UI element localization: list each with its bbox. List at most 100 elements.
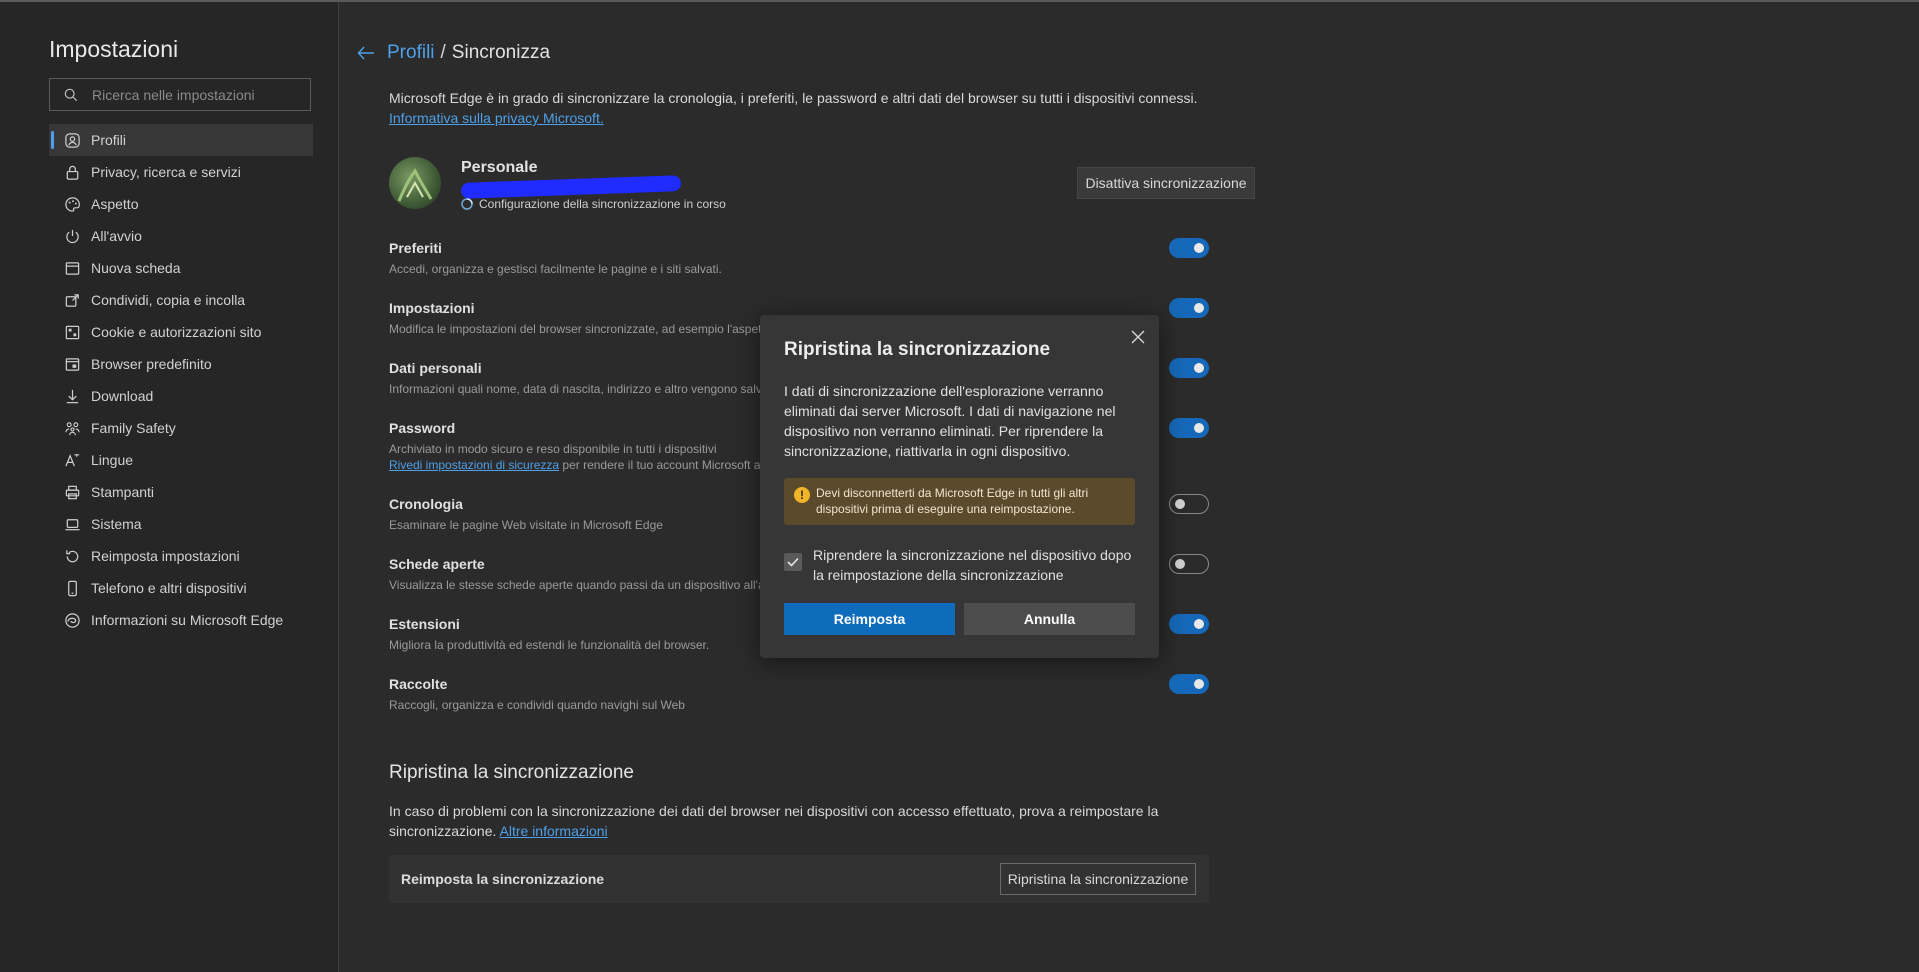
profile-card: Personale Configurazione della sincroniz… (389, 157, 1255, 211)
breadcrumb: Profili / Sincronizza (357, 42, 550, 64)
sync-intro-text: Microsoft Edge è in grado di sincronizza… (389, 90, 1198, 106)
toggle-dati-personali[interactable] (1169, 358, 1209, 378)
sidebar-item-label: Informazioni su Microsoft Edge (91, 612, 284, 628)
close-icon[interactable] (1128, 327, 1148, 347)
resume-sync-checkbox[interactable] (784, 553, 802, 571)
security-settings-link[interactable]: Rivedi impostazioni di sicurezza (389, 458, 559, 472)
cancel-button[interactable]: Annulla (964, 603, 1135, 635)
sync-item-desc: Archiviato in modo sicuro e reso disponi… (389, 442, 717, 456)
settings-search-box[interactable] (49, 78, 311, 111)
toggle-cronologia[interactable] (1169, 494, 1209, 514)
browser-icon (63, 355, 81, 373)
disable-sync-button[interactable]: Disattiva sincronizzazione (1077, 167, 1255, 199)
profile-email-redacted (460, 175, 682, 199)
edge-icon (63, 611, 81, 629)
sidebar-item-label: Profili (91, 132, 127, 148)
sidebar-item-label: Privacy, ricerca e servizi (91, 164, 241, 180)
reset-sync-dialog: Ripristina la sincronizzazione I dati di… (760, 315, 1159, 658)
more-info-link[interactable]: Altre informazioni (500, 823, 608, 839)
sidebar-item-profili[interactable]: Profili (49, 124, 313, 156)
phone-icon (63, 579, 81, 597)
sidebar-item-label: Stampanti (91, 484, 155, 500)
sync-item-title: Password (389, 420, 456, 436)
sidebar-item-informazioni[interactable]: Informazioni su Microsoft Edge (49, 604, 313, 636)
laptop-icon (63, 515, 81, 533)
toggle-raccolte[interactable] (1169, 674, 1209, 694)
sync-item-title: Preferiti (389, 240, 442, 256)
sidebar-item-label: Sistema (91, 516, 142, 532)
avatar (389, 157, 441, 209)
sidebar-item-label: Condividi, copia e incolla (91, 292, 246, 308)
sidebar-item-label: Browser predefinito (91, 356, 212, 372)
sidebar-item-label: Download (91, 388, 154, 404)
sync-item-desc: Modifica le impostazioni del browser sin… (389, 322, 762, 336)
reset-sync-box: Reimposta la sincronizzazione Ripristina… (389, 855, 1209, 903)
back-arrow-icon[interactable] (357, 46, 375, 60)
sidebar-item-sistema[interactable]: Sistema (49, 508, 313, 540)
lock-icon (63, 163, 81, 181)
profile-icon (63, 131, 81, 149)
palette-icon (63, 195, 81, 213)
reset-icon (63, 547, 81, 565)
sync-item-desc: Esaminare le pagine Web visitate in Micr… (389, 518, 663, 532)
sync-item-title: Cronologia (389, 496, 463, 512)
settings-search-input[interactable] (90, 85, 304, 104)
page-title: Sincronizza (451, 42, 551, 63)
checkmark-icon (787, 557, 799, 567)
reset-sync-description: In caso di problemi con la sincronizzazi… (389, 801, 1209, 841)
sidebar-item-aspetto[interactable]: Aspetto (49, 188, 313, 220)
power-icon (63, 227, 81, 245)
confirm-reset-button[interactable]: Reimposta (784, 603, 955, 635)
toggle-schede-aperte[interactable] (1169, 554, 1209, 574)
profile-name: Personale (461, 159, 538, 176)
sync-item-desc-tail: per rendere il tuo account Microsoft a (559, 458, 761, 472)
resume-sync-checkbox-label: Riprendere la sincronizzazione nel dispo… (813, 547, 1132, 583)
breadcrumb-parent-link[interactable]: Profili (387, 42, 435, 64)
toggle-impostazioni[interactable] (1169, 298, 1209, 318)
toggle-password[interactable] (1169, 418, 1209, 438)
sync-item-raccolte: Raccolte Raccogli, organizza e condividi… (389, 672, 1209, 732)
sync-item-title: Impostazioni (389, 300, 475, 316)
sidebar-item-label: Nuova scheda (91, 260, 181, 276)
sidebar-item-family-safety[interactable]: Family Safety (49, 412, 313, 444)
sidebar-item-telefono[interactable]: Telefono e altri dispositivi (49, 572, 313, 604)
dialog-body: I dati di sincronizzazione dell'esploraz… (784, 383, 1116, 459)
sync-item-desc: Informazioni quali nome, data di nascita… (389, 382, 762, 396)
sidebar-item-avvio[interactable]: All'avvio (49, 220, 313, 252)
sidebar-item-privacy[interactable]: Privacy, ricerca e servizi (49, 156, 313, 188)
toggle-estensioni[interactable] (1169, 614, 1209, 634)
sync-item-title: Raccolte (389, 676, 448, 692)
sync-item-title: Schede aperte (389, 556, 485, 572)
sidebar-item-lingue[interactable]: Lingue (49, 444, 313, 476)
sidebar-item-label: Cookie e autorizzazioni sito (91, 324, 262, 340)
sync-item-title: Dati personali (389, 360, 482, 376)
privacy-link[interactable]: Informativa sulla privacy Microsoft. (389, 110, 604, 126)
sidebar-item-label: Family Safety (91, 420, 176, 436)
sync-progress-icon (461, 198, 473, 210)
share-icon (63, 291, 81, 309)
sidebar-item-browser-predefinito[interactable]: Browser predefinito (49, 348, 313, 380)
breadcrumb-separator: / (440, 42, 446, 63)
toggle-preferiti[interactable] (1169, 238, 1209, 258)
sync-item-title: Estensioni (389, 616, 460, 632)
dialog-warning: ! Devi disconnetterti da Microsoft Edge … (784, 478, 1135, 525)
sync-item-desc: Raccogli, organizza e condividi quando n… (389, 698, 685, 712)
settings-sidebar: Impostazioni Profili Privacy, ricerca e … (0, 2, 339, 972)
sidebar-item-nuova-scheda[interactable]: Nuova scheda (49, 252, 313, 284)
sidebar-item-download[interactable]: Download (49, 380, 313, 412)
sidebar-item-condividi[interactable]: Condividi, copia e incolla (49, 284, 313, 316)
sync-status-text: Configurazione della sincronizzazione in… (479, 197, 726, 211)
language-icon (63, 451, 81, 469)
sidebar-item-stampanti[interactable]: Stampanti (49, 476, 313, 508)
cookie-icon (63, 323, 81, 341)
sidebar-item-reimposta[interactable]: Reimposta impostazioni (49, 540, 313, 572)
sync-intro: Microsoft Edge è in grado di sincronizza… (389, 88, 1229, 128)
sidebar-nav: Profili Privacy, ricerca e servizi Aspet… (49, 124, 313, 636)
sidebar-item-label: All'avvio (91, 228, 142, 244)
sidebar-item-cookie[interactable]: Cookie e autorizzazioni sito (49, 316, 313, 348)
sidebar-title: Impostazioni (49, 36, 179, 62)
sidebar-item-label: Aspetto (91, 196, 139, 212)
sync-item-preferiti: Preferiti Accedi, organizza e gestisci f… (389, 236, 1209, 296)
sync-status: Configurazione della sincronizzazione in… (461, 197, 726, 211)
reset-sync-button[interactable]: Ripristina la sincronizzazione (1000, 863, 1196, 895)
